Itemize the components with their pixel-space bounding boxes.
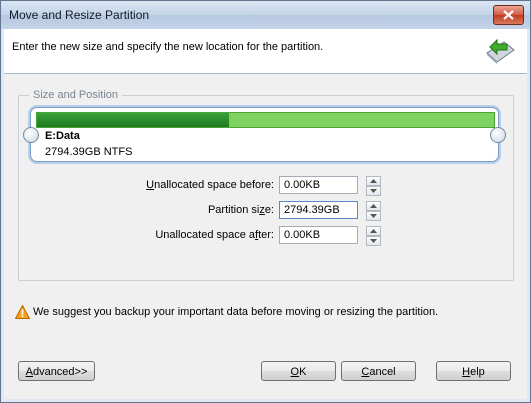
- window-title: Move and Resize Partition: [9, 8, 150, 22]
- spin-up-button[interactable]: [366, 201, 381, 211]
- partition-map[interactable]: E:Data 2794.39GB NTFS: [23, 107, 506, 162]
- unallocated-after-spinner[interactable]: [366, 226, 381, 246]
- unallocated-after-row: Unallocated space after:: [19, 226, 513, 246]
- title-bar[interactable]: Move and Resize Partition: [1, 1, 530, 29]
- move-resize-arrow-icon: [483, 35, 517, 68]
- unallocated-before-spinner[interactable]: [366, 176, 381, 196]
- unallocated-before-label: Unallocated space before:: [146, 179, 274, 191]
- dialog-body: Size and Position E:Data 2794.39GB NTFS …: [4, 74, 527, 399]
- spin-down-button[interactable]: [366, 211, 381, 221]
- partition-size-input[interactable]: [279, 201, 358, 219]
- left-resize-handle[interactable]: [23, 127, 39, 143]
- partition-size-spinner[interactable]: [366, 201, 381, 221]
- unallocated-after-label: Unallocated space after:: [155, 229, 274, 241]
- advanced-button[interactable]: Advanced>>: [18, 361, 95, 381]
- warning-text: We suggest you backup your important dat…: [33, 306, 439, 318]
- partition-name: E:Data: [45, 130, 80, 142]
- group-legend: Size and Position: [29, 89, 122, 101]
- dialog-header: Enter the new size and specify the new l…: [4, 29, 527, 74]
- spin-down-button[interactable]: [366, 236, 381, 246]
- close-button[interactable]: [493, 5, 524, 25]
- size-position-group: Size and Position E:Data 2794.39GB NTFS …: [18, 89, 514, 281]
- right-resize-handle[interactable]: [490, 127, 506, 143]
- unallocated-after-input[interactable]: [279, 226, 358, 244]
- cancel-button[interactable]: Cancel: [341, 361, 416, 381]
- help-button[interactable]: Help: [436, 361, 511, 381]
- partition-usage-bar: [36, 112, 495, 128]
- warning-icon: [15, 305, 30, 319]
- unallocated-before-row: Unallocated space before:: [19, 176, 513, 196]
- header-instruction: Enter the new size and specify the new l…: [12, 41, 324, 53]
- spin-up-button[interactable]: [366, 226, 381, 236]
- partition-size-row: Partition size:: [19, 201, 513, 221]
- partition-used-fill: [37, 113, 229, 127]
- close-icon: [503, 10, 514, 20]
- ok-button[interactable]: OK: [261, 361, 336, 381]
- spin-up-button[interactable]: [366, 176, 381, 186]
- unallocated-before-input[interactable]: [279, 176, 358, 194]
- spin-down-button[interactable]: [366, 186, 381, 196]
- partition-info: 2794.39GB NTFS: [45, 146, 133, 158]
- partition-size-label: Partition size:: [207, 204, 274, 216]
- move-resize-dialog: Move and Resize Partition Enter the new …: [0, 0, 531, 403]
